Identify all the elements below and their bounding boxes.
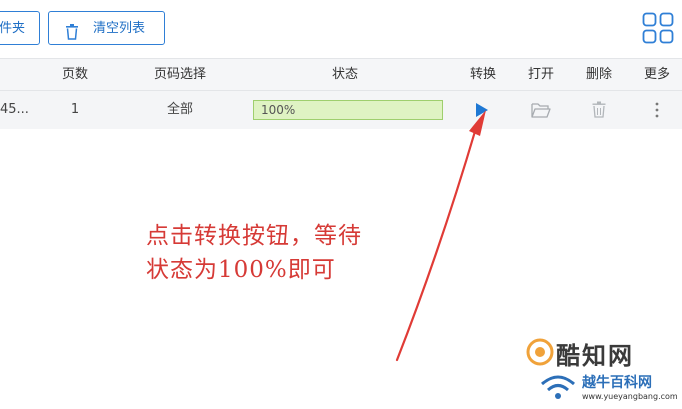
delete-button[interactable] [574, 91, 624, 129]
watermark-subtitle: 越牛百科网 [582, 375, 652, 391]
page-count-cell: 1 [70, 102, 80, 117]
watermark-title: 酷知网 [556, 342, 634, 370]
column-header-page-select: 页码选择 [153, 67, 206, 82]
annotation-line-1: 点击转换按钮，等待 [146, 223, 362, 249]
column-header-open: 打开 [527, 67, 554, 82]
column-header-pages: 页数 [61, 67, 88, 82]
column-header-convert: 转换 [469, 67, 496, 82]
folder-open-icon [531, 103, 551, 118]
status-progress-bar: 100% [253, 100, 443, 120]
column-header-more: 更多 [643, 67, 670, 82]
annotation-line-2: 状态为100%即可 [146, 257, 336, 283]
convert-button[interactable] [458, 91, 508, 129]
vertical-dots-icon [655, 102, 659, 118]
table-header: 页数 页码选择 状态 转换 打开 删除 更多 [0, 58, 682, 91]
clear-list-button[interactable]: 清空列表 [48, 11, 165, 45]
page-select-dropdown[interactable]: 全部 [135, 91, 225, 129]
more-button[interactable] [632, 91, 682, 129]
annotation-text: 点击转换按钮，等待 状态为100%即可 [146, 219, 362, 287]
add-folder-button[interactable]: 件夹 [0, 11, 40, 45]
trash-icon [65, 20, 79, 44]
watermark-url: www.yueyangbang.com [582, 392, 678, 401]
table-row: 45... 1 全部 100% [0, 91, 682, 129]
clear-list-label: 清空列表 [93, 21, 146, 36]
progress-text: 100% [261, 103, 296, 117]
column-header-status: 状态 [331, 67, 358, 82]
column-header-delete: 删除 [585, 67, 612, 82]
trash-icon [592, 101, 606, 118]
watermark-logo-icon [526, 338, 554, 366]
file-name-cell: 45... [0, 102, 29, 117]
open-button[interactable] [516, 91, 566, 129]
grid-icon[interactable] [642, 12, 674, 44]
watermark: 酷知网 越牛百科网 www.yueyangbang.com [520, 330, 682, 409]
play-icon [476, 103, 488, 117]
wifi-logo-icon [541, 375, 575, 399]
add-folder-label: 件夹 [0, 21, 26, 36]
toolbar: 件夹 清空列表 [0, 0, 682, 58]
